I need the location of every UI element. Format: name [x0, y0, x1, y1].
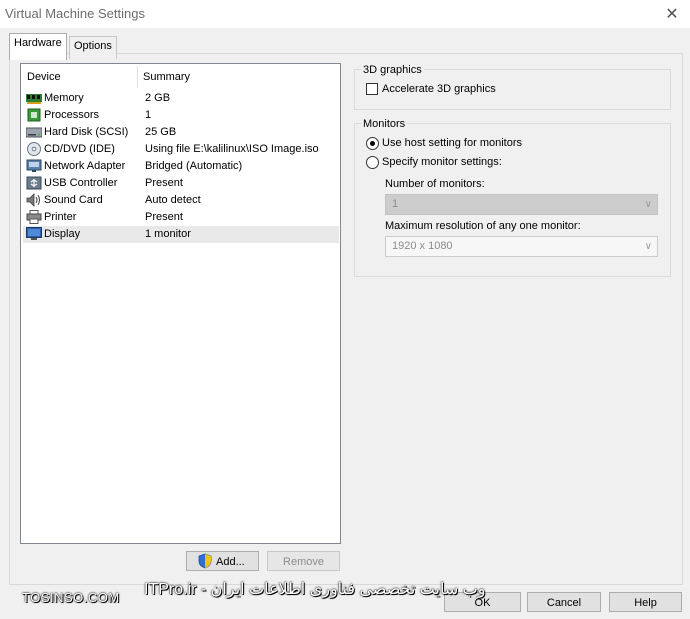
- device-summary: 2 GB: [145, 92, 171, 104]
- close-icon[interactable]: ✕: [662, 4, 682, 24]
- device-row-hard-disk[interactable]: Hard Disk (SCSI) 25 GB: [23, 124, 339, 141]
- chevron-down-icon: ∨: [644, 241, 652, 252]
- device-name: USB Controller: [44, 177, 118, 189]
- device-name: Memory: [44, 92, 84, 104]
- specify-monitor-settings-label[interactable]: Specify monitor settings:: [382, 156, 502, 168]
- printer-icon: [26, 210, 42, 224]
- max-resolution-select[interactable]: 1920 x 1080 ∨: [385, 236, 658, 257]
- sound-card-icon: [26, 193, 40, 207]
- device-list-header: Device Summary: [21, 64, 340, 90]
- chevron-down-icon: ∨: [644, 199, 652, 210]
- number-of-monitors-label: Number of monitors:: [385, 178, 485, 190]
- device-row-sound-card[interactable]: Sound Card Auto detect: [23, 192, 339, 209]
- cancel-button[interactable]: Cancel: [527, 592, 601, 612]
- watermark-tosinso: TOSINSO.COM: [22, 590, 120, 605]
- accelerate-3d-label[interactable]: Accelerate 3D graphics: [382, 83, 496, 95]
- display-icon: [26, 227, 42, 240]
- device-name: Printer: [44, 211, 77, 223]
- network-adapter-icon: [26, 159, 42, 172]
- monitors-legend: Monitors: [361, 118, 408, 130]
- shield-icon: [198, 553, 212, 569]
- device-list[interactable]: Device Summary Memory 2 GB Processors 1 …: [20, 63, 341, 544]
- window-title: Virtual Machine Settings: [5, 6, 145, 21]
- device-row-display[interactable]: Display 1 monitor: [23, 226, 339, 243]
- column-header-device[interactable]: Device: [27, 71, 61, 83]
- device-row-cd-dvd[interactable]: CD/DVD (IDE) Using file E:\kalilinux\ISO…: [23, 141, 339, 158]
- device-summary: Bridged (Automatic): [145, 160, 243, 172]
- column-header-summary[interactable]: Summary: [143, 71, 190, 83]
- tab-options[interactable]: Options: [69, 36, 117, 59]
- help-button[interactable]: Help: [609, 592, 682, 612]
- number-of-monitors-value: 1: [392, 198, 399, 210]
- device-name: CD/DVD (IDE): [44, 143, 115, 155]
- device-summary: 1 monitor: [145, 228, 191, 240]
- device-summary: Present: [145, 177, 183, 189]
- specify-monitor-settings-radio[interactable]: [366, 156, 379, 169]
- column-divider[interactable]: [137, 66, 138, 88]
- device-summary: 25 GB: [145, 126, 177, 138]
- use-host-setting-label[interactable]: Use host setting for monitors: [382, 137, 522, 149]
- device-summary: Present: [145, 211, 183, 223]
- memory-icon: [26, 94, 42, 104]
- device-name: Network Adapter: [44, 160, 126, 172]
- hard-disk-icon: [26, 127, 42, 138]
- title-bar: Virtual Machine Settings ✕: [0, 0, 690, 28]
- add-button-label: Add...: [216, 556, 245, 568]
- device-name: Sound Card: [44, 194, 103, 206]
- remove-button[interactable]: Remove: [267, 551, 340, 571]
- usb-controller-icon: [26, 176, 42, 190]
- device-summary: Auto detect: [145, 194, 201, 206]
- device-summary: 1: [145, 109, 152, 121]
- 3d-graphics-legend: 3D graphics: [361, 64, 424, 76]
- device-row-network-adapter[interactable]: Network Adapter Bridged (Automatic): [23, 158, 339, 175]
- accelerate-3d-checkbox[interactable]: [366, 83, 378, 95]
- cd-dvd-icon: [27, 142, 41, 156]
- device-row-memory[interactable]: Memory 2 GB: [23, 90, 339, 107]
- number-of-monitors-select[interactable]: 1 ∨: [385, 194, 658, 215]
- processor-icon: [27, 108, 41, 122]
- max-resolution-label: Maximum resolution of any one monitor:: [385, 220, 581, 232]
- device-name: Hard Disk (SCSI): [44, 126, 129, 138]
- tab-hardware[interactable]: Hardware: [9, 33, 67, 60]
- device-name: Display: [44, 228, 81, 240]
- device-row-processors[interactable]: Processors 1: [23, 107, 339, 124]
- watermark-itpro: ITPro.ir - وب سایت تخصصی فناوری اطلاعات …: [144, 581, 486, 598]
- add-hardware-button[interactable]: Add...: [186, 551, 259, 571]
- max-resolution-value: 1920 x 1080: [392, 240, 453, 252]
- device-summary: Using file E:\kalilinux\ISO Image.iso: [145, 143, 319, 155]
- device-name: Processors: [44, 109, 100, 121]
- device-row-usb-controller[interactable]: USB Controller Present: [23, 175, 339, 192]
- device-row-printer[interactable]: Printer Present: [23, 209, 339, 226]
- use-host-setting-radio[interactable]: [366, 137, 379, 150]
